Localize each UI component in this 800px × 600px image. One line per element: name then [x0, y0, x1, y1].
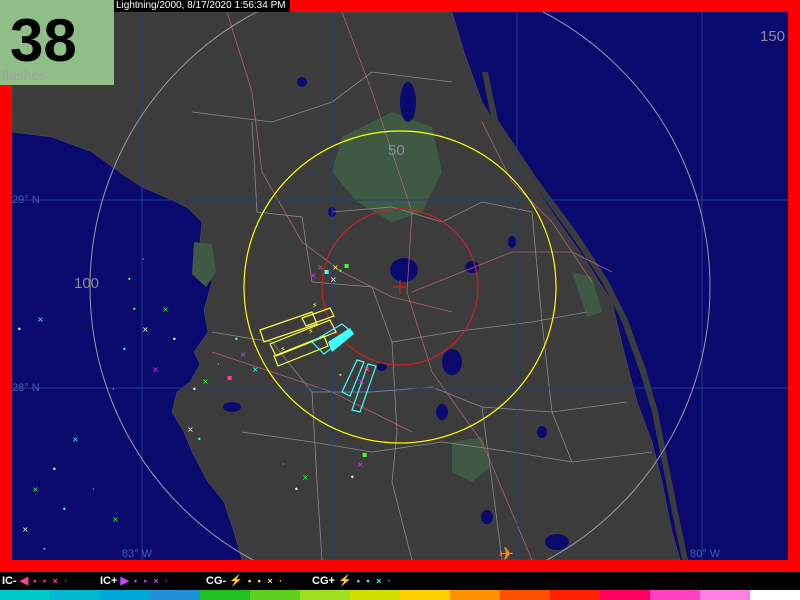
colorbar-segment: [750, 590, 800, 600]
colorbar-segment: [600, 590, 650, 600]
cg-neg-marker-icon: ⚡: [229, 575, 243, 587]
legend-item-ic-pos: IC+ ▶ • ▪ × ·: [100, 574, 170, 588]
flash-counter: 38 flashes: [0, 0, 114, 85]
strike-legend: IC- ◀ • ▪ × · IC+ ▶ • ▪ × · CG- ⚡ • ▪ × …: [0, 572, 800, 590]
colorbar-segment: [150, 590, 200, 600]
colorbar-segment: [500, 590, 550, 600]
radar-site-marker: ✈: [499, 544, 514, 560]
svg-text:×: ×: [202, 377, 209, 386]
colorbar-segment: [100, 590, 150, 600]
legend-dots-ic-neg: • ▪ × ·: [33, 576, 70, 586]
svg-text:•: •: [338, 371, 343, 380]
svg-text:▪: ▪: [227, 373, 232, 382]
svg-text:×: ×: [357, 460, 364, 469]
svg-text:×: ×: [310, 271, 317, 280]
legend-label-cg-pos: CG+: [312, 575, 335, 587]
range-label-150: 150: [760, 28, 786, 45]
svg-text:×: ×: [32, 485, 39, 494]
svg-text:×: ×: [162, 305, 169, 314]
svg-text:·: ·: [282, 460, 285, 469]
lon-label-80: 80° W: [690, 548, 721, 560]
svg-text:•: •: [17, 325, 22, 334]
svg-text:•: •: [350, 473, 355, 482]
map-canvas: × ▪ × • × ▪ × ⚡ ⚡ ⚡ • × × • × · × • ▪ × …: [12, 12, 788, 560]
svg-text:•: •: [172, 335, 177, 344]
lon-label-83: 83° W: [122, 548, 153, 560]
svg-text:✈: ✈: [499, 544, 514, 560]
lat-label-29: 29° N: [12, 194, 40, 206]
legend-dots-cg-pos: • ▪ × ·: [356, 576, 393, 586]
svg-text:•: •: [132, 305, 137, 314]
svg-text:×: ×: [37, 315, 44, 324]
colorbar-segment: [200, 590, 250, 600]
colorbar-segment: [50, 590, 100, 600]
svg-text:×: ×: [240, 350, 247, 359]
svg-text:⚡: ⚡: [308, 327, 314, 336]
svg-text:•: •: [127, 275, 132, 284]
ic-neg-marker-icon: ◀: [19, 575, 29, 587]
colorbar-segment: [300, 590, 350, 600]
legend-item-ic-neg: IC- ◀ • ▪ × ·: [2, 574, 69, 588]
svg-text:•: •: [122, 345, 127, 354]
svg-text:·: ·: [142, 255, 145, 264]
svg-text:×: ×: [358, 377, 365, 386]
colorbar-segment: [250, 590, 300, 600]
lat-label-28: 28° N: [12, 382, 40, 394]
svg-text:×: ×: [252, 365, 259, 374]
svg-text:•: •: [294, 485, 299, 494]
svg-text:×: ×: [364, 365, 371, 374]
colorbar-segment: [0, 590, 50, 600]
colorbar-segment: [550, 590, 600, 600]
svg-text:⚡: ⚡: [312, 301, 318, 310]
svg-text:•: •: [234, 335, 239, 344]
range-label-100: 100: [74, 275, 100, 292]
legend-dots-ic-pos: • ▪ × ·: [134, 576, 171, 586]
legend-dots-cg-neg: • ▪ × ·: [248, 576, 285, 586]
lightning-map[interactable]: × ▪ × • × ▪ × ⚡ ⚡ ⚡ • × × • × · × • ▪ × …: [12, 12, 788, 560]
svg-text:•: •: [197, 435, 202, 444]
svg-text:·: ·: [92, 485, 95, 494]
svg-text:•: •: [42, 545, 47, 554]
svg-text:×: ×: [22, 525, 29, 534]
intensity-colorbar: [0, 590, 800, 600]
legend-label-ic-pos: IC+: [100, 575, 118, 587]
legend-label-cg-neg: CG-: [206, 575, 227, 587]
colorbar-segment: [400, 590, 450, 600]
colorbar-segment: [650, 590, 700, 600]
svg-text:×: ×: [112, 515, 119, 524]
svg-text:•: •: [338, 267, 343, 276]
svg-text:•: •: [62, 505, 67, 514]
colorbar-segment: [700, 590, 750, 600]
ic-pos-marker-icon: ▶: [120, 575, 129, 587]
window-title: Lightning/2000, 8/17/2020 1:56:34 PM: [112, 0, 290, 12]
svg-text:·: ·: [112, 385, 115, 394]
legend-item-cg-neg: CG- ⚡ • ▪ × ·: [206, 574, 284, 588]
legend-label-ic-neg: IC-: [2, 575, 17, 587]
cg-pos-marker-icon: ⚡: [338, 575, 352, 587]
svg-text:×: ×: [152, 365, 159, 374]
legend-item-cg-pos: CG+ ⚡ • ▪ × ·: [312, 574, 393, 588]
colorbar-segment: [450, 590, 500, 600]
svg-text:•: •: [52, 465, 57, 474]
range-label-50: 50: [388, 142, 405, 159]
svg-text:×: ×: [330, 275, 337, 284]
svg-text:▪: ▪: [362, 450, 367, 459]
svg-text:×: ×: [72, 435, 79, 444]
svg-text:×: ×: [142, 325, 149, 334]
svg-text:×: ×: [317, 263, 324, 272]
svg-text:×: ×: [187, 425, 194, 434]
svg-text:⚡: ⚡: [280, 345, 286, 354]
svg-text:•: •: [192, 385, 197, 394]
svg-text:▪: ▪: [324, 267, 329, 276]
svg-text:·: ·: [217, 360, 220, 369]
svg-text:▪: ▪: [344, 261, 349, 270]
svg-text:×: ×: [302, 473, 309, 482]
flash-count-value: 38: [10, 7, 77, 74]
flash-count-label: flashes: [2, 67, 47, 83]
colorbar-segment: [350, 590, 400, 600]
